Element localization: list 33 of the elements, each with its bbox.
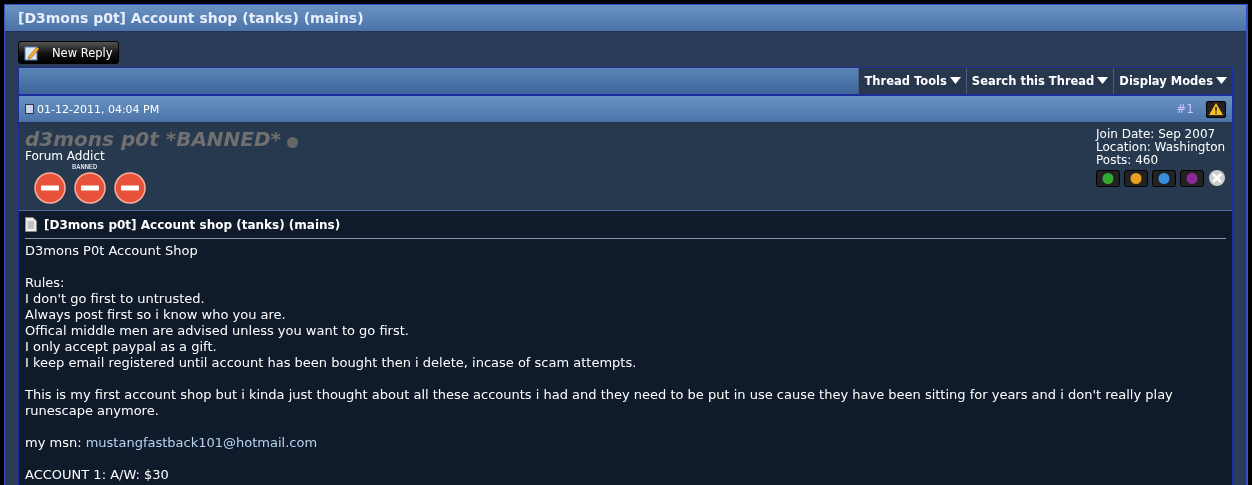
user-stat: Posts: 460 [1096, 154, 1159, 167]
post-text: I keep email registered until account has been bought then i delete, incase of scam attempts. [25, 355, 638, 371]
post-text: I don't go first to untrusted. [25, 291, 206, 307]
warning-icon [1209, 103, 1223, 115]
thread-menu-button[interactable]: Search this Thread [965, 68, 1114, 94]
email-link[interactable]: mustangfastback101@hotmail.com [85, 435, 318, 450]
post-icon [25, 104, 34, 114]
caret-icon [1216, 77, 1227, 85]
post-title: [D3mons p0t] Account shop (tanks) (mains) [44, 217, 341, 232]
post-text: This is my first account shop but i kinda just thought about all these accounts i had and they need to be put in use cause they have been sitting for years and i don't really play runescape anymore. [25, 387, 1174, 419]
caret-icon [1097, 77, 1109, 85]
user-title: Forum Addict [25, 149, 106, 163]
post-text: Rules: [25, 275, 66, 291]
user-stat: Join Date: Sep 2007 [1096, 128, 1216, 141]
document-icon [25, 217, 37, 232]
post-text: I only accept paypal as a gift. [25, 339, 218, 355]
post-text: ACCOUNT 1: A/W: $30 [25, 467, 170, 483]
pencil-icon [24, 44, 40, 61]
post-text: Always post first so i know who you are. [25, 307, 287, 323]
user-stat: Location: Washington [1096, 141, 1226, 154]
thread-menu-button[interactable]: Display Modes [1113, 68, 1232, 94]
thread-menu-button[interactable]: Thread Tools [858, 68, 966, 94]
caret-icon [949, 77, 961, 85]
report-button[interactable] [1206, 100, 1226, 118]
no-entry-icon [114, 172, 146, 204]
no-entry-icon [74, 172, 106, 204]
new-reply-button[interactable]: New Reply [18, 41, 119, 64]
post-date: 01-12-2011, 04:04 PM [37, 102, 160, 116]
no-entry-icon [34, 172, 66, 204]
window-title: [D3mons p0t] Account shop (tanks) (mains) [18, 10, 364, 26]
contact-label: my msn: [25, 435, 82, 450]
post-text: D3mons P0t Account Shop [25, 243, 199, 259]
post-text: Offical middle men are advised unless you want to go first. [25, 323, 410, 339]
